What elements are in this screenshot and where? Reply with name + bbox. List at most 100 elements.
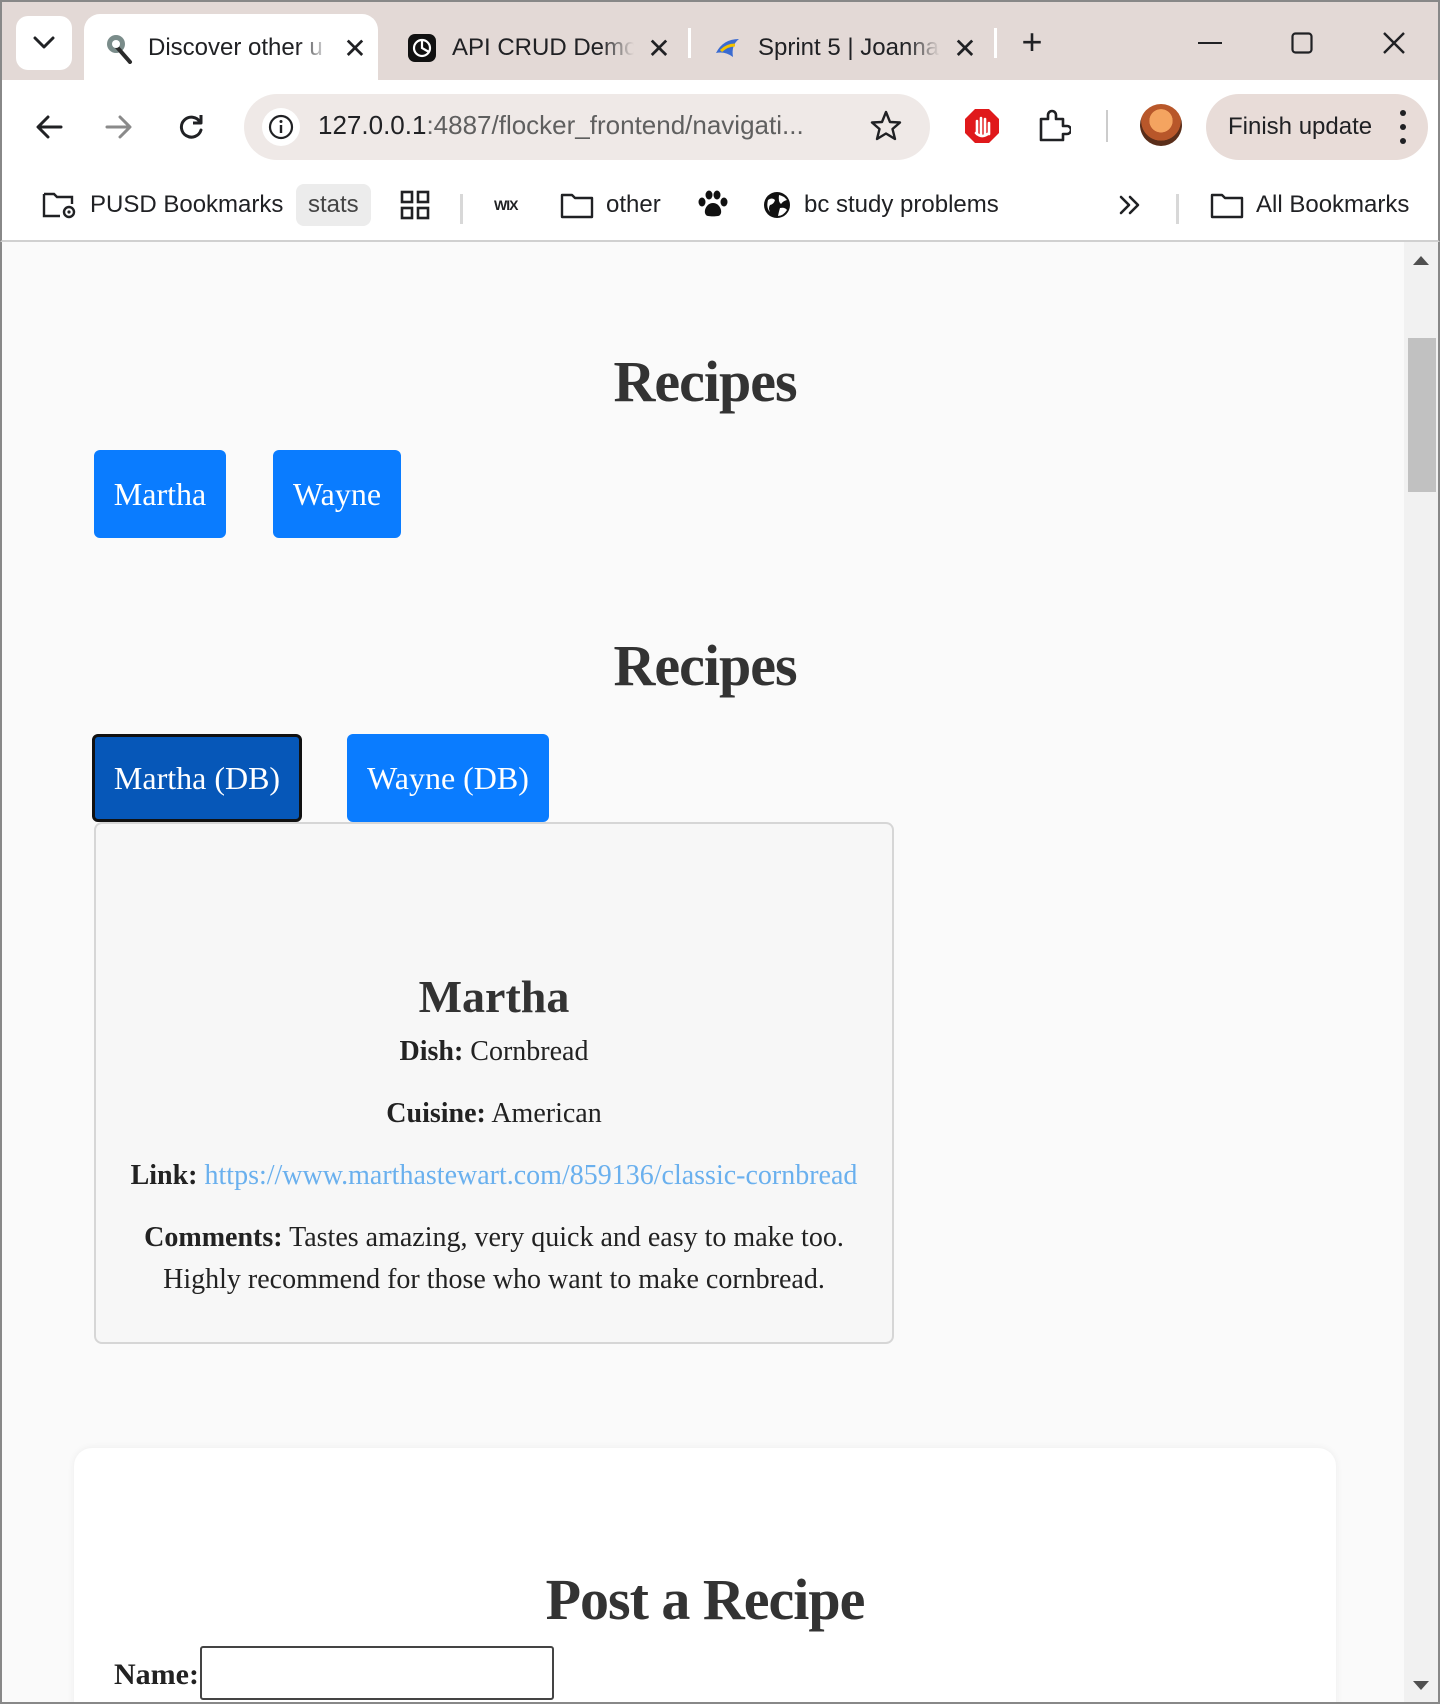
browser-chrome: Discover other u ✕ API CRUD Demo ✕ Sprin… bbox=[0, 0, 1440, 242]
comments-label: Comments: bbox=[144, 1222, 283, 1253]
bookmarks-divider bbox=[1176, 194, 1179, 224]
profile-avatar[interactable] bbox=[1140, 104, 1182, 146]
site-info-icon[interactable] bbox=[262, 108, 300, 146]
tools-icon bbox=[102, 32, 134, 64]
bookmark-wix[interactable]: WIX bbox=[494, 184, 518, 226]
window-close-button[interactable] bbox=[1364, 20, 1424, 66]
bookmark-pusd[interactable]: PUSD Bookmarks bbox=[42, 184, 283, 226]
minimize-button[interactable] bbox=[1180, 20, 1240, 66]
tab-title: API CRUD Demo bbox=[452, 34, 634, 61]
close-icon[interactable]: ✕ bbox=[644, 33, 674, 64]
dish-value: Cornbread bbox=[470, 1036, 589, 1067]
back-arrow-icon bbox=[36, 115, 63, 139]
recipe-link[interactable]: https://www.marthastewart.com/859136/cla… bbox=[205, 1160, 858, 1191]
recipe-comments: Comments: Tastes amazing, very quick and… bbox=[96, 1222, 892, 1254]
recipe-card: Martha Dish: Cornbread Cuisine: American… bbox=[94, 822, 894, 1344]
recipe-link-row: Link: https://www.marthastewart.com/8591… bbox=[96, 1160, 892, 1192]
recipes-db-heading: Recipes bbox=[613, 633, 797, 698]
bookmark-other[interactable]: other bbox=[560, 184, 661, 226]
chevron-down-icon bbox=[33, 36, 55, 49]
bookmark-label: other bbox=[606, 191, 661, 218]
paw-icon bbox=[696, 189, 730, 221]
new-tab-button[interactable]: + bbox=[1012, 24, 1052, 64]
recipes-heading: Recipes bbox=[613, 349, 797, 414]
finish-update-label: Finish update bbox=[1228, 113, 1373, 140]
cuisine-label: Cuisine: bbox=[386, 1098, 486, 1129]
adblock-icon[interactable] bbox=[958, 102, 1006, 150]
tab-sprint5[interactable]: Sprint 5 | Joanna ✕ bbox=[694, 14, 992, 82]
scrollbar-thumb[interactable] bbox=[1408, 338, 1436, 492]
url-text[interactable]: 127.0.0.1:4887/flocker_frontend/navigati… bbox=[318, 110, 804, 141]
post-recipe-heading: Post a Recipe bbox=[545, 1567, 866, 1632]
url-host: 127.0.0.1 bbox=[318, 110, 427, 140]
forward-button[interactable] bbox=[96, 104, 142, 150]
url-path: :4887/flocker_frontend/navigati... bbox=[426, 110, 804, 140]
comments-text-line1: Tastes amazing, very quick and easy to m… bbox=[289, 1222, 844, 1253]
martha-db-button[interactable]: Martha (DB) bbox=[92, 734, 302, 822]
folder-icon bbox=[560, 191, 594, 219]
finish-update-button[interactable]: Finish update bbox=[1206, 94, 1428, 160]
name-field[interactable] bbox=[200, 1646, 554, 1700]
recipe-dish: Dish: Cornbread bbox=[96, 1036, 892, 1068]
cuisine-value: American bbox=[491, 1098, 602, 1129]
tab-divider bbox=[688, 28, 691, 58]
bookmark-label: stats bbox=[308, 191, 359, 218]
folder-icon bbox=[1210, 191, 1244, 219]
link-label: Link: bbox=[130, 1160, 198, 1191]
address-bar[interactable]: 127.0.0.1:4887/flocker_frontend/navigati… bbox=[244, 94, 930, 160]
openai-icon bbox=[406, 32, 438, 64]
tab-title: Discover other u bbox=[148, 34, 323, 61]
double-chevron-right-icon bbox=[1118, 194, 1142, 216]
toolbar: 127.0.0.1:4887/flocker_frontend/navigati… bbox=[0, 80, 1440, 172]
reload-button[interactable] bbox=[168, 104, 214, 150]
reload-icon bbox=[179, 115, 203, 139]
tab-strip: Discover other u ✕ API CRUD Demo ✕ Sprin… bbox=[0, 0, 1440, 82]
dish-label: Dish: bbox=[399, 1036, 464, 1067]
bookmark-paw[interactable] bbox=[696, 184, 742, 226]
page-viewport: Recipes Martha Wayne Recipes Martha (DB)… bbox=[0, 242, 1440, 1704]
bookmark-stats[interactable]: stats bbox=[296, 184, 371, 226]
bookmarks-bar: PUSD Bookmarks stats WIX other bc study … bbox=[0, 172, 1440, 242]
close-icon[interactable]: ✕ bbox=[950, 33, 980, 64]
bird-icon bbox=[712, 32, 744, 64]
bookmark-label: PUSD Bookmarks bbox=[90, 191, 284, 218]
more-menu-icon[interactable] bbox=[1400, 110, 1406, 144]
tab-api-crud[interactable]: API CRUD Demo ✕ bbox=[388, 14, 680, 82]
globe-icon bbox=[762, 190, 792, 220]
bookmarks-divider bbox=[460, 194, 463, 224]
toolbar-divider bbox=[1106, 110, 1108, 142]
close-icon[interactable]: ✕ bbox=[340, 33, 370, 64]
back-button[interactable] bbox=[26, 104, 72, 150]
name-field-label: Name: bbox=[114, 1658, 199, 1691]
scroll-up-arrow-icon[interactable] bbox=[1413, 256, 1429, 265]
extensions-icon[interactable] bbox=[1030, 102, 1078, 150]
bookmark-apps[interactable] bbox=[400, 184, 442, 226]
forward-arrow-icon bbox=[105, 115, 132, 139]
wayne-button[interactable]: Wayne bbox=[273, 450, 401, 538]
wix-logo: WIX bbox=[494, 197, 518, 213]
recipe-comments-cont: Highly recommend for those who want to m… bbox=[96, 1264, 892, 1296]
bookmark-label: All Bookmarks bbox=[1256, 191, 1410, 218]
bookmark-bc-study[interactable]: bc study problems bbox=[762, 184, 999, 226]
maximize-button[interactable] bbox=[1272, 20, 1332, 66]
minimize-icon bbox=[1198, 42, 1222, 44]
bookmark-label: bc study problems bbox=[804, 191, 999, 218]
martha-button[interactable]: Martha bbox=[94, 450, 226, 538]
wayne-db-button[interactable]: Wayne (DB) bbox=[347, 734, 549, 822]
maximize-icon bbox=[1291, 32, 1313, 54]
tab-search-button[interactable] bbox=[16, 16, 72, 70]
recipe-name: Martha bbox=[418, 971, 570, 1022]
post-recipe-form: Post a Recipe Name: bbox=[74, 1448, 1336, 1702]
more-bookmarks-button[interactable] bbox=[1118, 184, 1154, 226]
apps-grid-icon bbox=[400, 190, 430, 220]
tab-divider bbox=[994, 28, 997, 58]
bookmark-all[interactable]: All Bookmarks bbox=[1210, 184, 1409, 226]
managed-folder-icon bbox=[42, 190, 78, 220]
bookmark-star-icon[interactable] bbox=[868, 108, 904, 149]
vertical-scrollbar[interactable] bbox=[1404, 242, 1438, 1702]
close-icon bbox=[1383, 32, 1405, 54]
tab-discover[interactable]: Discover other u ✕ bbox=[84, 14, 378, 82]
scroll-down-arrow-icon[interactable] bbox=[1413, 1681, 1429, 1690]
comments-text-line2: Highly recommend for those who want to m… bbox=[163, 1264, 825, 1295]
recipe-cuisine: Cuisine: American bbox=[96, 1098, 892, 1130]
